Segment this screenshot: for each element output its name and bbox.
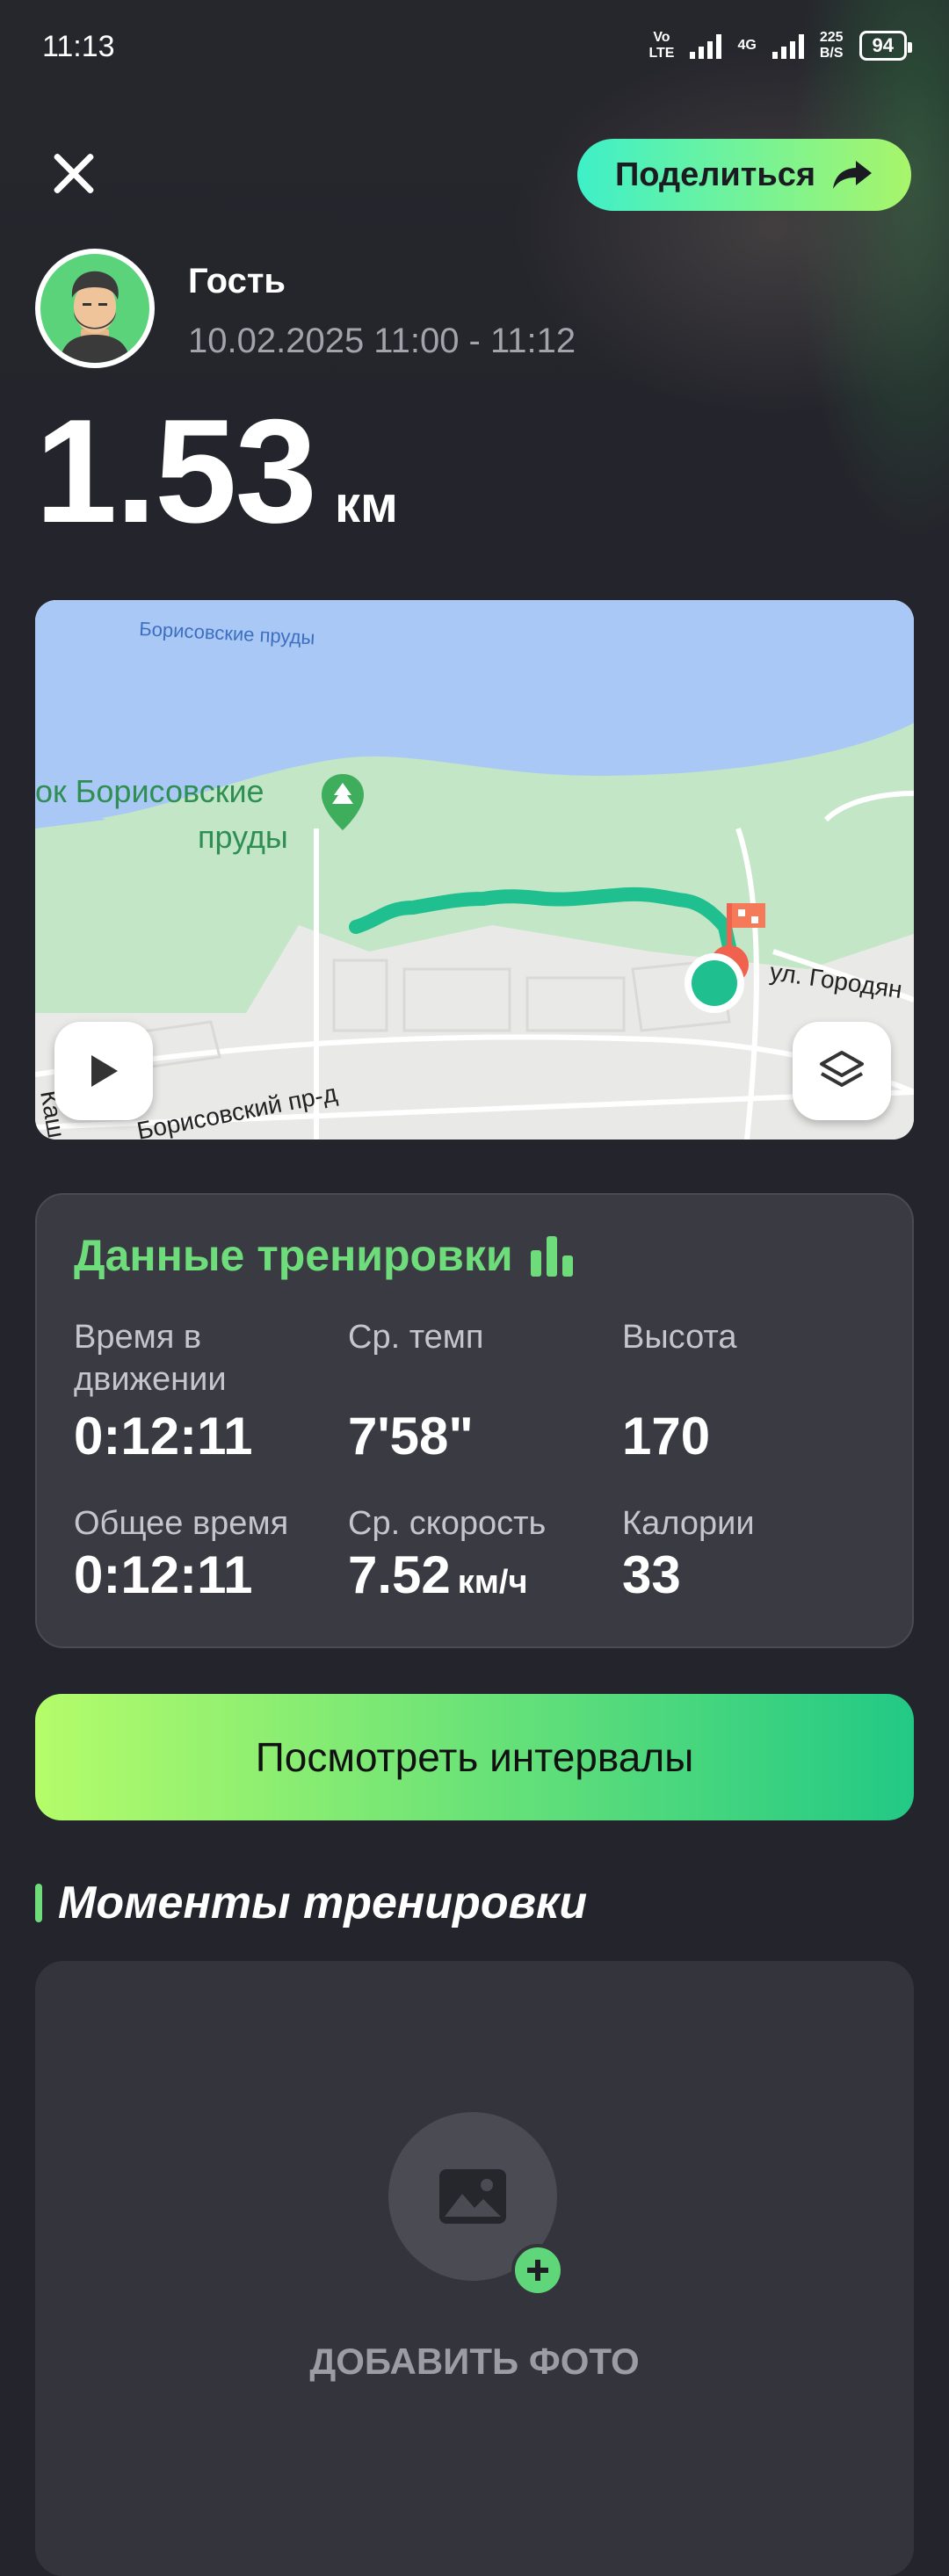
- battery-icon: 94: [858, 31, 913, 61]
- user-name: Гость: [188, 262, 286, 300]
- share-button[interactable]: Поделиться: [577, 139, 911, 211]
- volte-indicator: Vo LTE: [648, 30, 675, 61]
- stat-calories: Калории 33: [622, 1505, 755, 1604]
- close-button[interactable]: [49, 149, 98, 199]
- image-icon: [439, 2169, 506, 2224]
- distance-value: 1.53: [35, 388, 317, 554]
- workout-date-range: 10.02.2025 11:00 - 11:12: [188, 322, 576, 360]
- map-label-park-1: ок Борисовские: [35, 773, 264, 809]
- status-icons: Vo LTE 4G 225 B/S 94: [648, 30, 913, 62]
- workout-data-title: Данные тренировки: [74, 1230, 578, 1281]
- stat-total-time: Общее время 0:12:11: [74, 1505, 289, 1604]
- moments-heading: Моменты тренировки: [35, 1877, 587, 1929]
- add-photo-label: ДОБАВИТЬ ФОТО: [309, 2341, 640, 2382]
- play-icon: [91, 1055, 118, 1087]
- share-label: Поделиться: [614, 156, 816, 193]
- stat-moving-time: Время в движении 0:12:11: [74, 1319, 253, 1465]
- view-intervals-button[interactable]: Посмотреть интервалы: [35, 1694, 914, 1820]
- bar-chart-icon: [530, 1236, 573, 1277]
- signal-icon: [690, 33, 722, 59]
- network-type: 4G: [737, 38, 757, 53]
- distance-unit: км: [334, 476, 398, 533]
- avatar-face-icon: [60, 271, 130, 363]
- play-route-button[interactable]: [54, 1022, 153, 1120]
- stat-altitude: Высота 170: [622, 1319, 737, 1465]
- route-map[interactable]: Борисовские пруды ок Борисовские пруды у…: [35, 600, 914, 1140]
- net-speed: 225 B/S: [819, 30, 844, 61]
- moments-accent-bar: [35, 1884, 42, 1922]
- workout-data-card: Данные тренировки Время в движении 0:12:…: [35, 1193, 914, 1648]
- share-arrow-icon: [833, 161, 873, 189]
- avatar[interactable]: [35, 249, 155, 368]
- map-layers-button[interactable]: [793, 1022, 891, 1120]
- map-label-park-2: пруды: [198, 819, 288, 855]
- signal-icon-2: [772, 33, 804, 59]
- layers-icon: [820, 1051, 864, 1087]
- map-canvas: Борисовские пруды ок Борисовские пруды у…: [35, 600, 914, 1140]
- add-photo-card[interactable]: ДОБАВИТЬ ФОТО: [35, 1961, 914, 2576]
- status-time: 11:13: [42, 30, 115, 63]
- stat-avg-pace: Ср. темп 7'58": [348, 1319, 484, 1465]
- status-bar: 11:13 Vo LTE 4G 225 B/S 94: [0, 0, 949, 97]
- distance-display: 1.53 км: [35, 387, 398, 556]
- stat-avg-speed: Ср. скорость 7.52 км/ч: [348, 1505, 547, 1604]
- plus-icon[interactable]: [511, 2244, 564, 2297]
